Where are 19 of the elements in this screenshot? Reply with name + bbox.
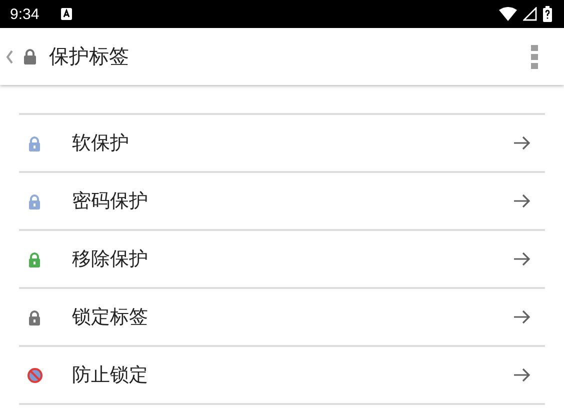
wifi-icon: [499, 7, 517, 21]
arrow-right-icon: [513, 251, 531, 267]
back-chevron-icon[interactable]: [6, 50, 13, 64]
list-item[interactable]: 防止锁定: [19, 347, 545, 405]
arrow-right-icon: [513, 193, 531, 209]
signal-icon: [523, 7, 537, 21]
arrow-right-icon: [513, 309, 531, 325]
list-item[interactable]: 密码保护: [19, 173, 545, 231]
keyboard-notification-icon: [61, 8, 72, 20]
list-item[interactable]: 软保护: [19, 115, 545, 173]
clock: 9:34: [10, 6, 40, 22]
arrow-right-icon: [513, 135, 531, 151]
battery-icon: [543, 6, 552, 22]
more-options-icon[interactable]: [531, 44, 538, 68]
arrow-right-icon: [513, 367, 531, 383]
list-item[interactable]: 锁定标签: [19, 289, 545, 347]
page-title: 保护标签: [49, 43, 129, 70]
lock-icon: [23, 48, 37, 65]
list-item[interactable]: 移除保护: [19, 231, 545, 289]
